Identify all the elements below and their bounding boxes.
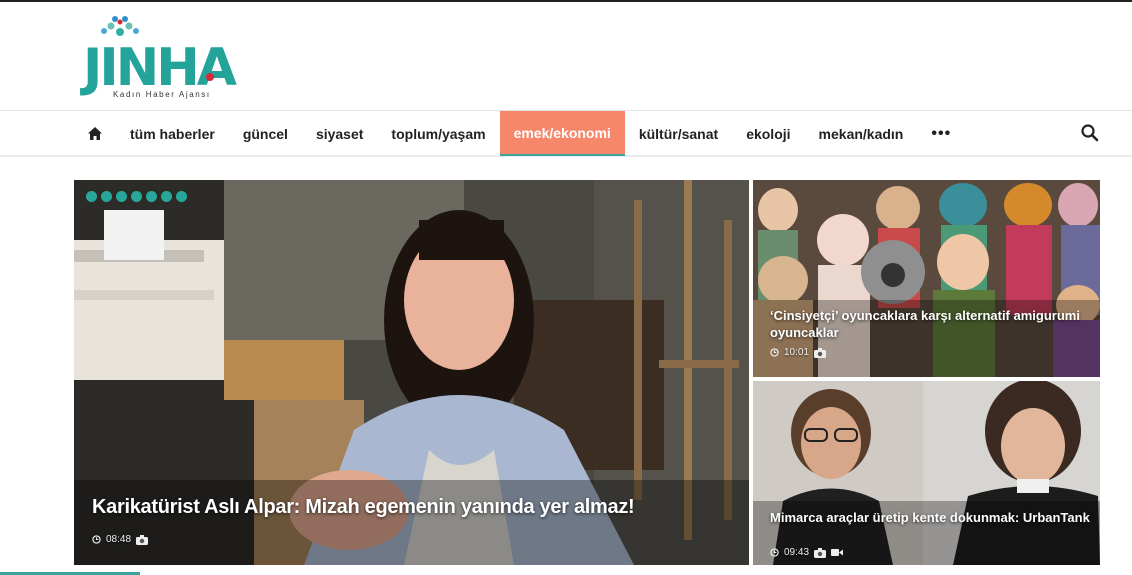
camera-icon	[136, 534, 149, 545]
side-story-title[interactable]: Mimarca araçlar üretip kente dokunmak: U…	[770, 509, 1090, 526]
nav-ekoloji[interactable]: ekoloji	[732, 111, 804, 156]
nav-home[interactable]	[74, 111, 116, 156]
peacock-fan-icon	[101, 16, 139, 36]
logo-subtitle: Kadın Haber Ajansı	[113, 90, 211, 99]
featured-story[interactable]: Karikatürist Aslı Alpar: Mizah egemenin …	[74, 180, 749, 565]
clock-icon	[770, 548, 779, 557]
side-story[interactable]: ‘Cinsiyetçi’ oyuncaklara karşı alternati…	[753, 180, 1100, 377]
slider-dot[interactable]	[101, 191, 112, 202]
featured-meta: 08:48	[92, 534, 149, 545]
slider-dot[interactable]	[86, 191, 97, 202]
slider-dot[interactable]	[146, 191, 157, 202]
slider-dot[interactable]	[176, 191, 187, 202]
search-icon[interactable]	[1080, 123, 1100, 143]
camera-icon	[814, 347, 827, 358]
nav-guncel[interactable]: güncel	[229, 111, 302, 156]
nav-tum-haberler[interactable]: tüm haberler	[116, 111, 229, 156]
clock-icon	[92, 535, 101, 544]
home-icon	[88, 127, 102, 140]
video-icon	[831, 549, 844, 556]
side-story-meta: 10:01	[770, 347, 827, 358]
more-menu-button[interactable]: •••	[917, 111, 965, 156]
slider-dot[interactable]	[116, 191, 127, 202]
slider-dot[interactable]	[131, 191, 142, 202]
slider-dot[interactable]	[161, 191, 172, 202]
side-story-time: 10:01	[784, 347, 810, 358]
nav-kultur-sanat[interactable]: kültür/sanat	[625, 111, 732, 156]
side-story-title[interactable]: ‘Cinsiyetçi’ oyuncaklara karşı alternati…	[770, 307, 1090, 341]
site-logo[interactable]: JINHA Kadın Haber Ajansı	[73, 14, 238, 102]
urbantank-photo	[753, 381, 1100, 565]
nav-mekan-kadin[interactable]: mekan/kadın	[805, 111, 918, 156]
nav-siyaset[interactable]: siyaset	[302, 111, 377, 156]
logo-dot	[206, 73, 214, 81]
main-navigation: tüm haberler güncel siyaset toplum/yaşam…	[0, 110, 1132, 157]
side-story-meta: 09:43	[770, 547, 844, 558]
camera-icon	[814, 547, 827, 558]
clock-icon	[770, 348, 779, 357]
nav-toplum-yasam[interactable]: toplum/yaşam	[377, 111, 499, 156]
featured-time: 08:48	[106, 534, 132, 545]
featured-title[interactable]: Karikatürist Aslı Alpar: Mizah egemenin …	[92, 496, 635, 519]
side-story[interactable]: Mimarca araçlar üretip kente dokunmak: U…	[753, 381, 1100, 565]
nav-emek-ekonomi[interactable]: emek/ekonomi	[499, 111, 625, 156]
side-story-time: 09:43	[784, 547, 810, 558]
top-border	[0, 0, 1132, 2]
slider-indicators	[86, 191, 187, 202]
logo-wordmark: JINHA	[83, 38, 237, 98]
